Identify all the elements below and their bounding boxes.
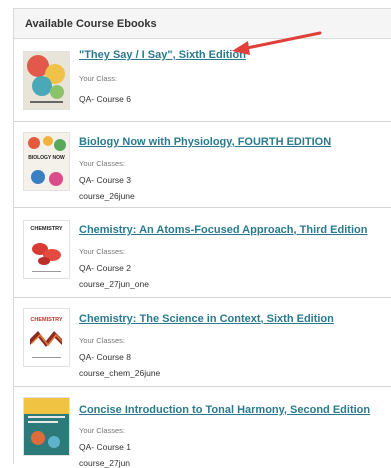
chemistry-science-context-cover[interactable]: CHEMISTRY xyxy=(24,309,69,366)
class-name: QA- Course 1 xyxy=(79,442,131,452)
class-name: course_chem_26june xyxy=(79,368,161,378)
cover-title-text: CHEMISTRY xyxy=(30,317,63,323)
they-say-cover[interactable] xyxy=(24,52,69,109)
class-name: course_27jun xyxy=(79,458,131,468)
classes-label: Your Classes: xyxy=(79,159,125,168)
ebook-title-link[interactable]: Concise Introduction to Tonal Harmony, S… xyxy=(79,404,370,416)
biology-now-cover[interactable]: BIOLOGY NOW xyxy=(24,133,69,190)
ebook-title-link[interactable]: "They Say / I Say", Sixth Edition xyxy=(79,49,246,61)
ebook-title-link[interactable]: Chemistry: The Science in Context, Sixth… xyxy=(79,313,334,325)
ebook-title-link[interactable]: Biology Now with Physiology, FOURTH EDIT… xyxy=(79,136,331,148)
red-arrow-icon xyxy=(232,31,322,55)
class-name: QA- Course 8 xyxy=(79,352,131,362)
classes-label: Your Classes: xyxy=(79,336,125,345)
ebook-item: CHEMISTRY Chemistry: An Atoms-Focused Ap… xyxy=(14,207,391,298)
ebook-item: BIOLOGY NOW Biology Now with Physiology,… xyxy=(14,121,391,208)
classes-label: Your Class: xyxy=(79,74,118,83)
ebook-item: Concise Introduction to Tonal Harmony, S… xyxy=(14,386,391,468)
ebook-item: "They Say / I Say", Sixth Edition Your C… xyxy=(14,40,391,122)
ebook-title-link[interactable]: Chemistry: An Atoms-Focused Approach, Th… xyxy=(79,224,367,236)
classes-label: Your Classes: xyxy=(79,426,125,435)
ebook-item: CHEMISTRY Chemistry: The Science in Cont… xyxy=(14,297,391,387)
cover-title-text: BIOLOGY NOW xyxy=(28,155,65,161)
class-name: QA- Course 2 xyxy=(79,263,131,273)
panel-header: Available Course Ebooks xyxy=(14,9,391,39)
class-name: QA- Course 3 xyxy=(79,175,131,185)
available-ebooks-panel: Available Course Ebooks "They Say / I Sa… xyxy=(13,8,391,468)
cover-title-text: CHEMISTRY xyxy=(30,226,63,232)
class-name: course_26june xyxy=(79,191,135,201)
class-name: QA- Course 6 xyxy=(79,94,131,104)
class-name: course_27jun_one xyxy=(79,279,149,289)
chemistry-atoms-cover[interactable]: CHEMISTRY xyxy=(24,221,69,278)
classes-label: Your Classes: xyxy=(79,247,125,256)
tonal-harmony-cover[interactable] xyxy=(24,398,69,455)
